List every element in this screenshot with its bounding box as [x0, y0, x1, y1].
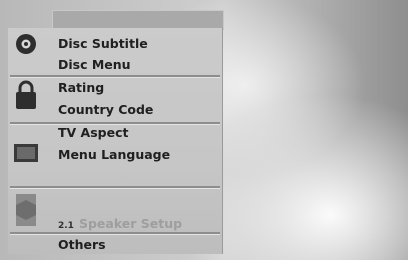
menu-item-disc-menu[interactable]: Disc Menu — [58, 57, 131, 72]
divider — [10, 75, 220, 78]
speaker-mode-badge: 2.1 — [58, 221, 74, 231]
tv-screen-icon — [14, 144, 38, 162]
padlock-icon — [16, 80, 36, 109]
menu-item-menu-language[interactable]: Menu Language — [58, 147, 170, 162]
speaker-icon — [16, 194, 36, 226]
setup-menu-panel: Disc Subtitle Disc Menu Rating Country C… — [8, 28, 223, 254]
menu-item-tv-aspect[interactable]: TV Aspect — [58, 125, 128, 140]
menu-item-others[interactable]: Others — [58, 237, 106, 252]
divider — [10, 186, 220, 189]
menu-item-rating[interactable]: Rating — [58, 80, 104, 95]
menu-item-speaker-setup[interactable]: 2.1 Speaker Setup — [58, 216, 182, 231]
menu-item-country-code[interactable]: Country Code — [58, 102, 153, 117]
menu-title-bar — [52, 10, 224, 30]
divider — [10, 232, 220, 235]
disc-icon — [16, 34, 36, 54]
speaker-setup-label: Speaker Setup — [78, 216, 183, 231]
menu-item-disc-subtitle[interactable]: Disc Subtitle — [58, 36, 148, 51]
